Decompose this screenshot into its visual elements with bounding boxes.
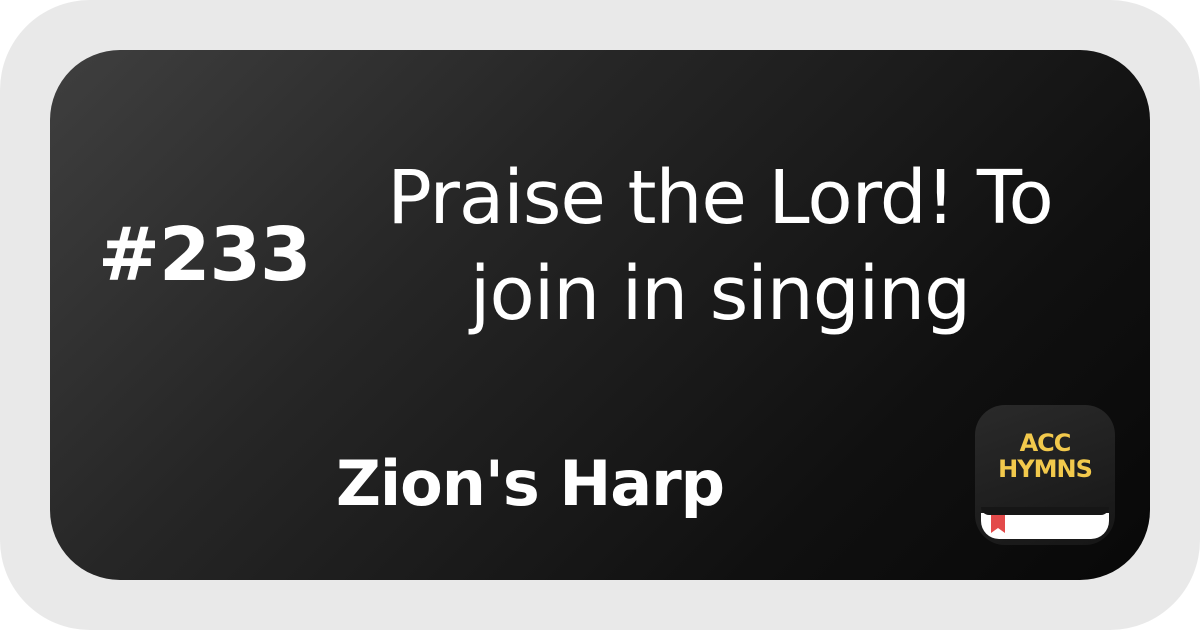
- hymn-book-name: Zion's Harp: [335, 447, 725, 520]
- acc-hymns-app-icon: ACC HYMNS: [975, 405, 1115, 545]
- app-icon-label-line-2: HYMNS: [998, 455, 1093, 483]
- hymn-title-line-2: join in singing: [469, 251, 971, 337]
- hymn-number: #233: [98, 212, 311, 298]
- hymn-title: Praise the Lord! To join in singing: [330, 150, 1110, 342]
- app-icon-label-line-1: ACC: [1019, 429, 1072, 457]
- bookmark-ribbon-icon: [991, 515, 1005, 533]
- hymn-title-line-1: Praise the Lord! To: [387, 155, 1054, 241]
